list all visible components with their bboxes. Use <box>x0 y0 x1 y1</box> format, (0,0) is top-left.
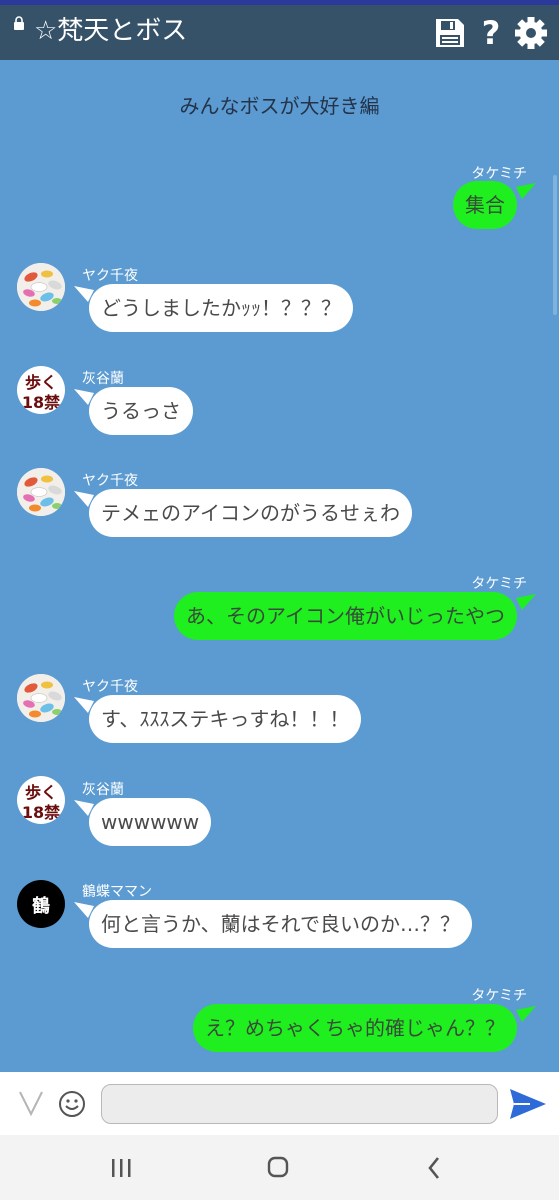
message-bubble[interactable]: 集合 <box>453 181 517 229</box>
app-header: ☆梵天とボス ? <box>0 5 559 60</box>
avatar[interactable]: 鶴 <box>17 880 65 928</box>
message-bubble[interactable]: wwwwww <box>89 798 212 846</box>
bubble-tail <box>516 1006 536 1022</box>
chat-area[interactable]: みんなボスが大好き編 タケミチ 集合 ヤク千夜 どうしましたかｯｯ！？？？ 歩く… <box>0 60 559 1072</box>
bubble-tail <box>74 902 94 918</box>
save-icon[interactable] <box>433 16 467 50</box>
sender-name: 灰谷蘭 <box>82 371 124 387</box>
emoji-icon[interactable] <box>58 1090 86 1118</box>
message-bubble[interactable]: 何と言うか、蘭はそれで良いのか…？？ <box>89 900 472 948</box>
chat-subtitle: みんなボスが大好き編 <box>179 94 380 118</box>
avatar-text: 18禁 <box>21 393 61 412</box>
pills-image <box>17 263 65 311</box>
sender-name: ヤク千夜 <box>82 473 138 489</box>
chat-scrollbar[interactable] <box>553 175 557 315</box>
lock-icon <box>14 16 24 30</box>
sender-name: ヤク千夜 <box>82 268 138 284</box>
bubble-tail <box>74 491 94 507</box>
message-input-bar <box>0 1072 559 1135</box>
message-bubble[interactable]: す、ｽｽｽステキっすね！！！ <box>89 695 362 743</box>
expand-icon[interactable] <box>18 1088 44 1118</box>
chat-room-title: ☆梵天とボス <box>34 16 188 46</box>
avatar[interactable]: 歩く 18禁 <box>17 776 65 824</box>
recents-icon[interactable] <box>101 1153 141 1183</box>
pills-image <box>17 674 65 722</box>
avatar[interactable] <box>17 468 65 516</box>
help-icon[interactable]: ? <box>478 13 504 52</box>
sender-name: タケミチ <box>471 988 527 1004</box>
sender-name: 鶴蝶ママン <box>82 884 152 900</box>
bubble-tail <box>74 800 94 816</box>
avatar[interactable] <box>17 674 65 722</box>
message-bubble[interactable]: テメェのアイコンのがうるせぇわ <box>89 489 412 537</box>
sender-name: タケミチ <box>471 576 527 592</box>
message-input[interactable] <box>101 1084 498 1124</box>
message-bubble[interactable]: え？めちゃくちゃ的確じゃん？？ <box>193 1004 517 1052</box>
sender-name: ヤク千夜 <box>82 679 138 695</box>
bubble-tail <box>516 594 536 610</box>
pills-image <box>17 468 65 516</box>
sender-name: 灰谷蘭 <box>82 782 124 798</box>
gear-icon[interactable] <box>514 16 548 50</box>
message-bubble[interactable]: うるっさ <box>89 387 193 435</box>
system-nav-bar <box>0 1135 559 1200</box>
avatar[interactable]: 歩く 18禁 <box>17 366 65 414</box>
bubble-tail <box>516 183 536 199</box>
home-icon[interactable] <box>258 1153 298 1183</box>
message-bubble[interactable]: あ、そのアイコン俺がいじったやつ <box>174 592 517 640</box>
sender-name: タケミチ <box>471 166 527 182</box>
message-bubble[interactable]: どうしましたかｯｯ！？？？ <box>89 284 353 332</box>
send-icon[interactable] <box>508 1087 548 1121</box>
avatar-text: 18禁 <box>21 803 61 822</box>
bubble-tail <box>74 389 94 405</box>
bubble-tail <box>74 286 94 302</box>
bubble-tail <box>74 697 94 713</box>
avatar[interactable] <box>17 263 65 311</box>
avatar-text: 鶴 <box>32 896 50 917</box>
back-icon[interactable] <box>414 1153 454 1183</box>
